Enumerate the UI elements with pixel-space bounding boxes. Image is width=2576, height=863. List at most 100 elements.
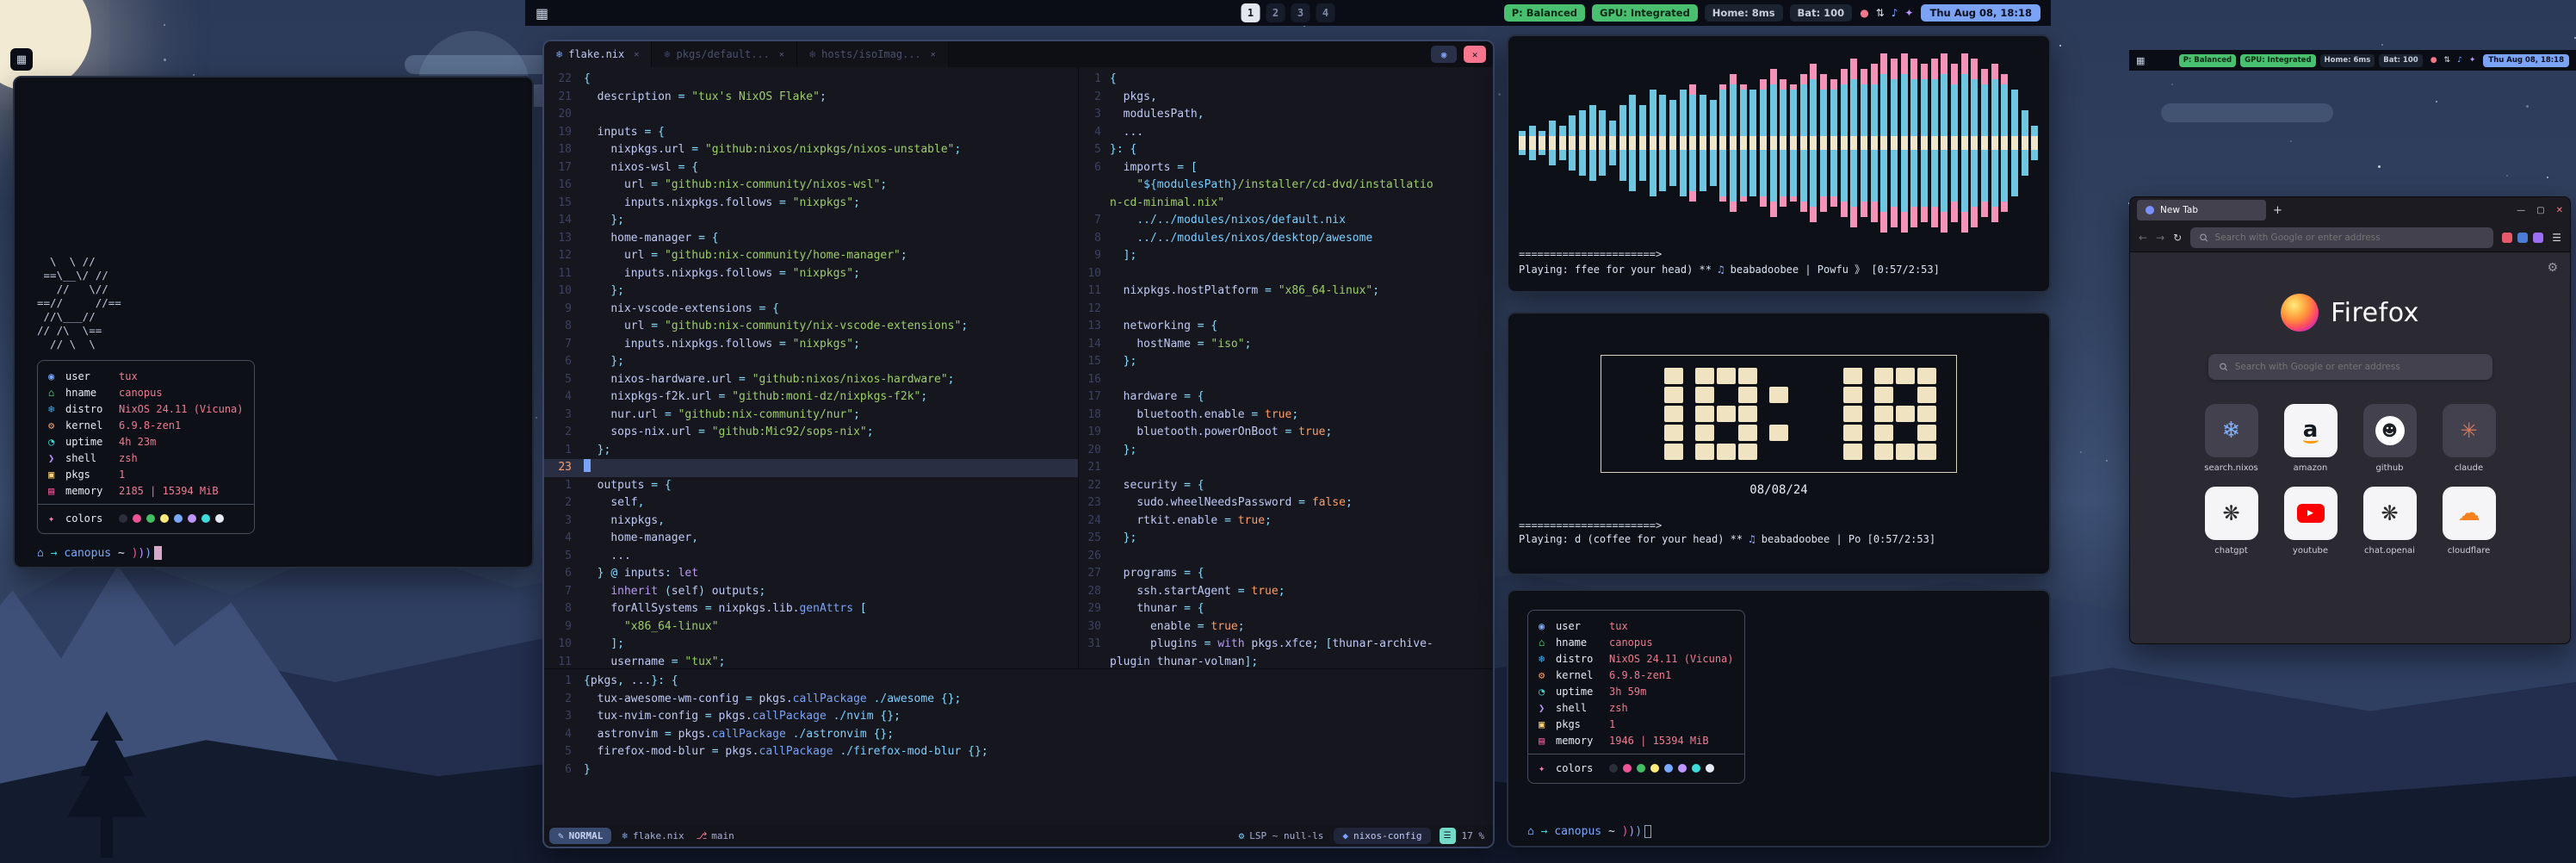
bar-secondary-pills: P: BalancedGPU: IntegratedHome: 6msBat: …: [2179, 54, 2423, 67]
code-line: 10 };: [544, 282, 1078, 301]
record-icon[interactable]: ●: [2430, 56, 2437, 65]
app-launcher-icon-2[interactable]: ▦: [2136, 55, 2145, 66]
extension-icon[interactable]: [2533, 233, 2543, 243]
nix-file-icon: ❄: [622, 830, 628, 841]
app-launcher-icon[interactable]: ▦: [536, 5, 548, 22]
code-line: 22{: [544, 71, 1078, 89]
bluetooth-icon[interactable]: ✦: [2469, 56, 2476, 65]
search-input[interactable]: [2235, 362, 2482, 372]
new-tab-button[interactable]: +: [2273, 204, 2282, 217]
fetch-colors-row: ✦colors: [1539, 760, 1734, 776]
code-line: 2 pkgs,: [1079, 89, 1493, 107]
file-segment: ❄flake.nix: [622, 830, 684, 841]
shortcut-grid: ❄search.nixos aamazon ☻ github ✳claude ❋chatg…: [2130, 404, 2570, 556]
code-line: 30 enable = true;: [1079, 618, 1493, 636]
volume-icon[interactable]: ♪: [2457, 56, 2462, 65]
code-line: 13 networking = {: [1079, 318, 1493, 336]
code-line: plugin thunar-volman];: [1079, 654, 1493, 669]
code-line: 18 bluetooth.enable = true;: [1079, 407, 1493, 425]
code-line: 4 home-manager,: [544, 530, 1078, 548]
tag-4[interactable]: 4: [1316, 3, 1335, 22]
fetch-row: ❄distroNixOS 24.11 (Vicuna): [1539, 650, 1734, 667]
back-icon[interactable]: ←: [2139, 232, 2147, 244]
code-line: 7 ../../modules/nixos/default.nix: [1079, 212, 1493, 230]
code-line: 1{pkgs, ...}: {: [544, 673, 1493, 691]
shortcut-github[interactable]: ☻ github: [2360, 404, 2420, 473]
record-icon[interactable]: ●: [1860, 7, 1868, 19]
code-line: 3 nur.url = "github:nix-community/nur";: [544, 407, 1078, 425]
forward-icon[interactable]: →: [2156, 232, 2164, 244]
code-line: 21 description = "tux's NixOS Flake";: [544, 89, 1078, 107]
mode-icon: ✎: [558, 830, 564, 841]
code-line: 1{: [1079, 71, 1493, 89]
shortcut-label: github: [2375, 463, 2403, 473]
terminal-window-left[interactable]: \ \ // ==\__\/ // // \// ==// //== //\__…: [13, 76, 534, 568]
code-line: 10: [1079, 265, 1493, 283]
minimize-icon[interactable]: —: [2517, 206, 2525, 215]
maximize-icon[interactable]: ▢: [2536, 206, 2544, 215]
neovim-window[interactable]: ❄flake.nix✕❄pkgs/default...✕❄hosts/isoIm…: [542, 40, 1495, 848]
shortcut-chatgpt[interactable]: ❋chatgpt: [2201, 487, 2262, 556]
music-widget-window[interactable]: ======================> Playing: ffee fo…: [1507, 34, 2051, 293]
gear-icon[interactable]: ⚙: [2547, 261, 2558, 275]
tag-1[interactable]: 1: [1242, 3, 1260, 22]
close-icon[interactable]: ✕: [1464, 46, 1486, 63]
fetch-row: ▤memory2185 | 15394 MiB: [48, 482, 244, 499]
firefox-tab[interactable]: New Tab: [2137, 200, 2266, 220]
app-launcher-icon-left[interactable]: ▦: [10, 48, 33, 71]
code-line: n-cd-minimal.nix": [1079, 195, 1493, 213]
extension-icon[interactable]: [2502, 233, 2512, 243]
url-bar[interactable]: [2190, 227, 2493, 248]
firefox-window[interactable]: New Tab + — ▢ ✕ ← → ↻ ☰ ⚙ Firefox: [2129, 196, 2571, 644]
github-icon: ☻: [2375, 416, 2405, 445]
editor-tab-flake.nix[interactable]: ❄flake.nix✕: [544, 41, 652, 67]
bar-clock[interactable]: Thu Aug 08, 18:18: [1921, 4, 2040, 22]
editor-pane-flake[interactable]: 22{21 description = "tux's NixOS Flake";…: [544, 67, 1078, 668]
code-line: 4 astronvim = pkgs.callPackage ./astronv…: [544, 726, 1493, 744]
clock-widget-window[interactable]: 08/08/24 ======================> Playing…: [1507, 312, 2051, 575]
shortcut-claude[interactable]: ✳claude: [2439, 404, 2499, 473]
shortcut-search.nixos[interactable]: ❄search.nixos: [2201, 404, 2262, 473]
status-pill: Home: 6ms: [2320, 54, 2375, 67]
code-line: 3 tux-nvim-config = pkgs.callPackage ./n…: [544, 708, 1493, 726]
terminal-window-right[interactable]: ◉usertux⌂hnamecanopus❄distroNixOS 24.11 …: [1507, 589, 2051, 847]
code-line: "${modulesPath}/installer/cd-dvd/install…: [1079, 177, 1493, 195]
close-icon[interactable]: ✕: [2556, 206, 2563, 215]
volume-icon[interactable]: ♪: [1892, 7, 1898, 19]
shortcut-label: youtube: [2293, 546, 2328, 556]
bluetooth-icon[interactable]: ✦: [1904, 7, 1913, 19]
tag-3[interactable]: 3: [1291, 3, 1310, 22]
code-line: 22 security = {: [1079, 477, 1493, 495]
network-icon[interactable]: ⇅: [1876, 7, 1885, 19]
network-icon[interactable]: ⇅: [2444, 56, 2451, 65]
firefox-nav-bar: ← → ↻ ☰: [2130, 223, 2570, 252]
search-bar[interactable]: [2208, 354, 2492, 380]
tab-close-icon[interactable]: ✕: [931, 50, 936, 59]
menu-icon[interactable]: ☰: [2552, 232, 2561, 244]
bar-main-tags: 1234: [1242, 3, 1335, 22]
tag-2[interactable]: 2: [1266, 3, 1285, 22]
code-line: 2 self,: [544, 494, 1078, 512]
editor-tab-hosts/isoImag...[interactable]: ❄hosts/isoImag...✕: [797, 41, 949, 67]
code-line: 7 inherit (self) outputs;: [544, 583, 1078, 601]
tab-close-icon[interactable]: ✕: [779, 50, 784, 59]
code-line: 21: [1079, 459, 1493, 477]
bar-clock-2[interactable]: Thu Aug 08, 18:18: [2483, 54, 2569, 67]
shortcut-cloudflare[interactable]: ☁cloudflare: [2439, 487, 2499, 556]
eye-icon[interactable]: ◉: [1431, 46, 1457, 63]
fetch-row: ◉usertux: [1539, 618, 1734, 634]
editor-tab-pkgs/default...[interactable]: ❄pkgs/default...✕: [652, 41, 797, 67]
extension-icon[interactable]: [2517, 233, 2528, 243]
editor-pane-pkgs[interactable]: 1{pkgs, ...}: {2 tux-awesome-wm-config =…: [544, 668, 1493, 825]
tab-close-icon[interactable]: ✕: [634, 50, 639, 59]
scroll-icon: ☰: [1440, 828, 1456, 844]
editor-pane-iso[interactable]: 1{2 pkgs,3 modulesPath,4 ...5}: {6 impor…: [1078, 67, 1493, 668]
url-input[interactable]: [2215, 233, 2486, 243]
shortcut-youtube[interactable]: ▶youtube: [2281, 487, 2341, 556]
tab-label: pkgs/default...: [677, 48, 770, 60]
reload-icon[interactable]: ↻: [2173, 232, 2182, 244]
code-line: 3 nixpkgs,: [544, 512, 1078, 531]
shortcut-amazon[interactable]: aamazon: [2281, 404, 2341, 473]
code-line: 15 };: [1079, 353, 1493, 371]
shortcut-chat.openai[interactable]: ❋chat.openai: [2360, 487, 2420, 556]
